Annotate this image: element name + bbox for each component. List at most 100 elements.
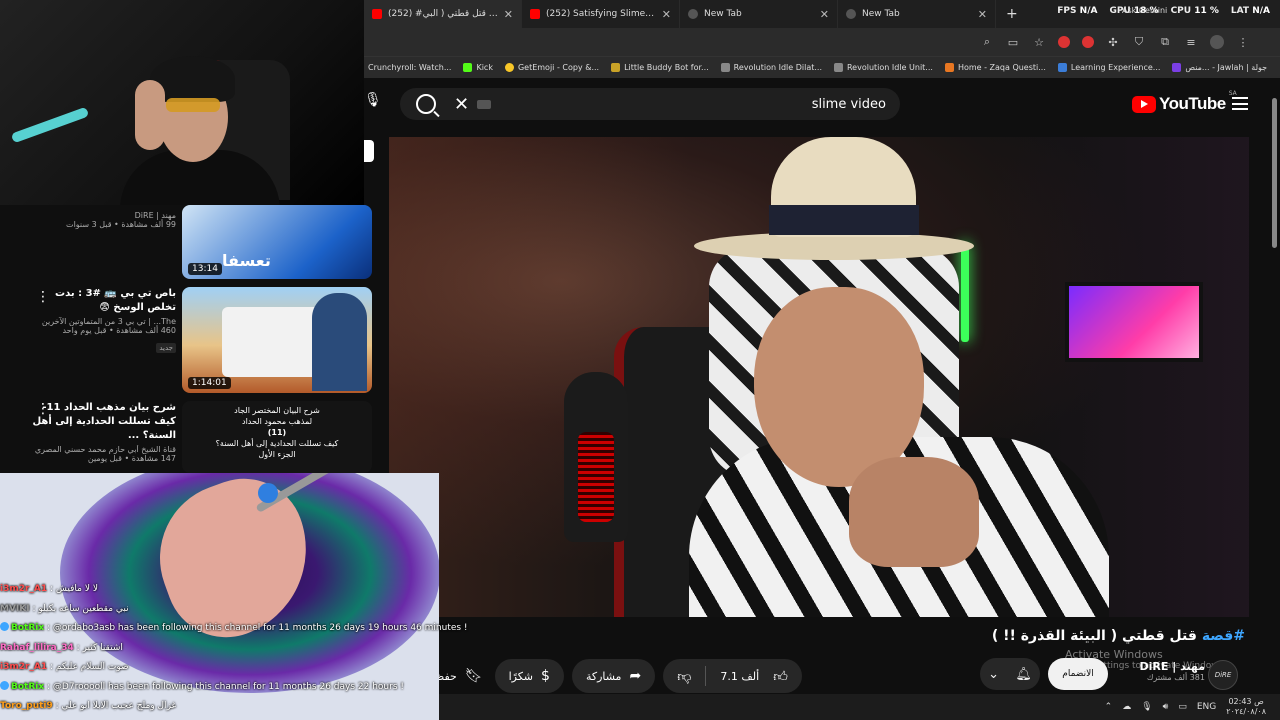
cpu-value: 11 % xyxy=(1194,6,1219,16)
extension-icon[interactable] xyxy=(1082,36,1094,48)
chat-username[interactable]: BotRix xyxy=(11,623,44,633)
tray-chevron-icon[interactable]: ⌃ xyxy=(1105,702,1113,712)
video-thumbnail[interactable]: تعسفا 13:14 xyxy=(182,205,372,279)
channel-name[interactable]: مهند | DiRE xyxy=(1115,660,1205,673)
volume-icon[interactable]: 🔊︎ xyxy=(1163,702,1169,712)
chat-username[interactable]: BotRix xyxy=(11,682,44,692)
video-title: #قصة قتل قطتي ( البيئة القذرة !! ) 1/2 xyxy=(990,628,1245,644)
list-item[interactable]: تعسفا 13:14 مهند | DiRE 99 ألف مشاهدة • … xyxy=(20,205,376,281)
extensions-icon[interactable]: ⧉ xyxy=(1158,35,1172,49)
clear-search-icon[interactable]: ✕ xyxy=(454,94,469,115)
like-icon[interactable]: 👍︎ xyxy=(773,668,788,685)
jawlah-icon xyxy=(1172,63,1182,72)
bookmark-item[interactable]: Little Buddy Bot for... xyxy=(611,63,709,72)
bookmark-item[interactable]: Revolution Idle Unit... xyxy=(833,63,933,72)
channel-name[interactable]: قناة الشيخ أبي حازم محمد حسني المصري xyxy=(26,445,176,454)
star-icon[interactable]: ☆ xyxy=(1032,35,1046,49)
thumbnail-bus xyxy=(222,307,322,377)
bookmark-label: Revolution Idle Unit... xyxy=(846,63,933,72)
bookmark-label: Learning Experience... xyxy=(1070,63,1161,72)
chat-username[interactable]: Rahaf_lilira_34 xyxy=(0,643,74,653)
keyboard-icon[interactable] xyxy=(477,99,492,109)
search-bar[interactable]: ✕ slime video xyxy=(400,88,900,120)
battery-icon[interactable]: ▭ xyxy=(1178,702,1187,712)
bell-icon: 🔔︎ xyxy=(1015,666,1032,682)
country-code: SA xyxy=(1228,90,1237,97)
search-icon[interactable] xyxy=(416,94,436,114)
bookmark-item[interactable]: Learning Experience... xyxy=(1057,63,1161,72)
video-title[interactable]: باص تي بي 🚌 #3 : بدت تخلص الوسخ 😨 xyxy=(26,287,176,315)
bookmark-item[interactable]: Kick xyxy=(463,63,493,72)
video-title[interactable]: شرح بيان مذهب الحداد 11- كيف تسللت الحدا… xyxy=(26,401,176,443)
list-item[interactable]: 1:14:01 ⋮ باص تي بي 🚌 #3 : بدت تخلص الوس… xyxy=(20,287,376,395)
new-badge: جديد xyxy=(156,343,176,353)
channel-name[interactable]: مهند | DiRE xyxy=(26,211,176,220)
bot-icon xyxy=(611,63,621,72)
youtube-logo[interactable]: YouTube SA xyxy=(1132,90,1237,114)
scrollbar-thumb[interactable] xyxy=(1272,98,1277,248)
stream-chat: i3m2r_A1 : لا لا مافيش MVIKI : نبي مقطعين… xyxy=(0,580,520,717)
chat-text: : لا لا مافيش xyxy=(47,584,98,594)
mic-tray-icon[interactable]: 🎙︎ xyxy=(1141,702,1152,712)
zoom-icon[interactable]: ⌕ xyxy=(980,35,994,49)
close-icon[interactable]: ✕ xyxy=(978,8,987,21)
bookmark-label: منص... - Jawlah | جولة xyxy=(1185,63,1268,72)
chat-message: MVIKI : نبي مقطعين ساعه بكيلو xyxy=(0,600,520,620)
puzzle-extension-icon[interactable]: ✣ xyxy=(1106,35,1120,49)
video-thumbnail[interactable]: 1:14:01 xyxy=(182,287,372,393)
scrollbar[interactable] xyxy=(1271,88,1278,688)
chat-username[interactable]: i3m2r_A1 xyxy=(0,584,47,594)
search-input[interactable]: slime video xyxy=(812,97,886,112)
browser-tab[interactable]: New Tab ✕ xyxy=(680,0,838,28)
bookmark-label: Kick xyxy=(476,63,493,72)
youtube-favicon-icon xyxy=(530,9,540,19)
chat-username[interactable]: MVIKI xyxy=(0,604,30,614)
cast-icon[interactable]: ▭ xyxy=(1006,35,1020,49)
new-tab-button[interactable]: + xyxy=(996,6,1028,22)
dislike-icon[interactable]: 👎︎ xyxy=(677,668,691,685)
microphone-icon[interactable]: 🎙 xyxy=(364,92,384,116)
hamburger-menu-icon[interactable] xyxy=(1232,97,1248,110)
video-duration: 13:14 xyxy=(188,263,222,275)
profile-avatar[interactable] xyxy=(1210,35,1224,49)
video-player[interactable] xyxy=(389,137,1249,617)
close-icon[interactable]: ✕ xyxy=(820,8,829,21)
verified-badge-icon xyxy=(0,622,9,631)
channel-avatar[interactable]: DiRE xyxy=(1208,660,1238,690)
close-icon[interactable]: ✕ xyxy=(504,8,513,21)
close-icon[interactable]: ✕ xyxy=(662,8,671,21)
browser-tab[interactable]: (252) #قصة قتل قطتي ( البي ✕ xyxy=(364,0,522,28)
bookmark-item[interactable]: Home - Zaqa Questi... xyxy=(944,63,1046,72)
video-meta: مهند | DiRE 99 ألف مشاهدة • قبل 3 سنوات xyxy=(26,209,176,229)
shield-icon[interactable]: ⛉ xyxy=(1132,35,1146,49)
chat-username[interactable]: Toro_puti9 xyxy=(0,701,53,711)
adblock-extension-icon[interactable] xyxy=(1058,36,1070,48)
bookmark-item[interactable]: Crunchyroll: Watch... xyxy=(368,63,451,72)
join-button[interactable]: الانضمام xyxy=(1048,658,1108,690)
hashtag-link[interactable]: #قصة xyxy=(1202,628,1245,644)
like-count[interactable]: 7.1 ألف xyxy=(720,670,759,683)
media-icon[interactable]: ≡ xyxy=(1184,35,1198,49)
tab-label: New Tab xyxy=(704,9,742,19)
channel-info[interactable]: مهند | DiRE 381 ألف مشترك xyxy=(1115,660,1205,682)
language-indicator[interactable]: ENG xyxy=(1197,702,1216,712)
notification-bell-button[interactable]: ⌄ 🔔︎ xyxy=(980,658,1040,690)
channel-name[interactable]: The... | تي بي 3 من المتماوتين الآخرين xyxy=(26,317,176,326)
clock[interactable]: 02:43 ص ٢٠٢٤/٠٨/٠٨ xyxy=(1226,697,1266,717)
browser-tab[interactable]: (252) Satisfying Slime ASMR | R ✕ xyxy=(522,0,680,28)
bookmark-item[interactable]: Revolution Idle Dilat... xyxy=(720,63,822,72)
chat-text: : غزال وملح عجيب الابلا ابو علي xyxy=(52,701,177,711)
gemini-button[interactable]: Ask Gemini xyxy=(1122,6,1167,15)
bookmark-item[interactable]: GetEmoji - Copy &... xyxy=(504,63,599,72)
network-icon[interactable]: ☁ xyxy=(1122,702,1131,712)
browser-tab[interactable]: New Tab ✕ xyxy=(838,0,996,28)
video-thumbnail[interactable]: شرح البيان المختصر الجاد لمذهب محمود الح… xyxy=(182,401,372,473)
share-button[interactable]: مشاركة ➦ xyxy=(571,659,656,693)
menu-icon[interactable]: ⋮ xyxy=(1236,35,1250,49)
fps-label: FPS xyxy=(1057,6,1077,16)
share-icon: ➦ xyxy=(629,668,642,684)
list-item[interactable]: شرح البيان المختصر الجاد لمذهب محمود الح… xyxy=(20,401,376,473)
chat-username[interactable]: i3m2r_A1 xyxy=(0,662,47,672)
bookmark-item[interactable]: منص... - Jawlah | جولة xyxy=(1172,63,1267,72)
chat-text: : اشتقنا كثير xyxy=(73,642,123,653)
